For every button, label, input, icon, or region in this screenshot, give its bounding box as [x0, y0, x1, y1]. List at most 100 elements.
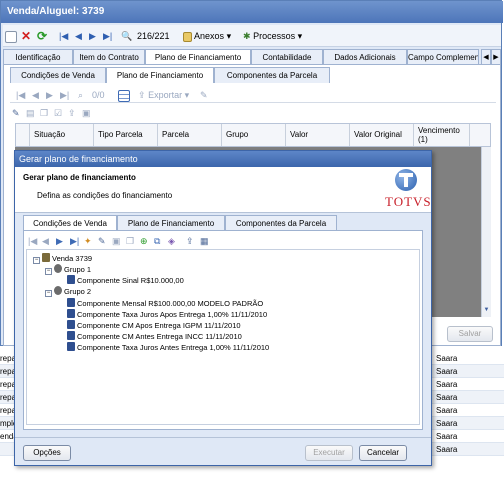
- grid-icon[interactable]: [118, 87, 130, 103]
- delete-item-icon[interactable]: ▣: [112, 233, 121, 249]
- collapse-icon[interactable]: −: [33, 257, 40, 264]
- sub-counter: 0/0: [92, 90, 105, 100]
- tab-contabilidade[interactable]: Contabilidade: [251, 49, 323, 65]
- component-icon: [67, 342, 75, 351]
- last-record-icon[interactable]: ▶|: [60, 87, 69, 103]
- header-title: Gerar plano de financiamento: [23, 173, 136, 182]
- tree-group[interactable]: − Grupo 2: [45, 286, 91, 297]
- tree-item[interactable]: Componente Taxa Juros Antes Entrega 1,00…: [67, 342, 269, 353]
- scroll-down-icon[interactable]: ▼: [482, 307, 491, 317]
- tree-toolbar: |◀ ◀ ▶ ▶| ✦ ✎ ▣ ❐ ⊕ ⧉ ◈ ⇪ ▦: [26, 233, 420, 247]
- tab-scroll-left-icon[interactable]: ◀: [481, 49, 491, 65]
- first-record-icon[interactable]: |◀: [16, 87, 25, 103]
- grid-icon[interactable]: ▦: [200, 233, 209, 249]
- tree-item[interactable]: Componente Taxa Juros Apos Entrega 1,00%…: [67, 309, 267, 320]
- sub-tabs: Condições de Venda Plano de Financiament…: [10, 67, 330, 83]
- tree-item[interactable]: Componente Sinal R$10.000,00: [67, 275, 184, 286]
- tree-group[interactable]: − Grupo 1: [45, 264, 91, 275]
- dialog-tab-condicoes-venda[interactable]: Condições de Venda: [23, 215, 117, 231]
- chevron-down-icon: ▾: [226, 31, 232, 41]
- exportar-menu[interactable]: ⇪ Exportar ▾: [138, 87, 189, 103]
- tab-item-contrato[interactable]: Item do Contrato: [73, 49, 145, 65]
- copy-icon[interactable]: ❐: [40, 105, 48, 121]
- cancelar-button[interactable]: Cancelar: [359, 445, 407, 461]
- window-title: Venda/Aluguel: 3739: [1, 1, 503, 23]
- dialog-tab-componentes-parcela[interactable]: Componentes da Parcela: [225, 215, 337, 231]
- attachment-icon: [183, 31, 192, 42]
- divider: [15, 437, 431, 438]
- tab-scroll-right-icon[interactable]: ▶: [491, 49, 501, 65]
- tab-campo-complementar[interactable]: Campo Complemen: [407, 49, 479, 65]
- grid-header: Situação Tipo Parcela Parcela Grupo Valo…: [15, 123, 491, 147]
- tree-expand-icon[interactable]: ⧉: [154, 233, 160, 249]
- cart-icon: [42, 253, 50, 262]
- shape-icon[interactable]: ◈: [168, 233, 175, 249]
- col-valor[interactable]: Valor: [286, 124, 350, 146]
- previous-record-icon[interactable]: ◀: [32, 87, 39, 103]
- previous-record-icon[interactable]: ◀: [75, 28, 82, 44]
- edit-icon[interactable]: ✎: [98, 233, 106, 249]
- subtab-condicoes-venda[interactable]: Condições de Venda: [10, 67, 106, 83]
- previous-record-icon[interactable]: ◀: [42, 233, 49, 249]
- col-valor-original[interactable]: Valor Original: [350, 124, 414, 146]
- anexos-menu[interactable]: Anexos ▾: [183, 28, 231, 44]
- col-vencimento[interactable]: Vencimento (1): [414, 124, 470, 146]
- delete-row-icon[interactable]: ▣: [82, 105, 91, 121]
- eraser-icon[interactable]: ✎: [200, 87, 208, 103]
- col-situacao[interactable]: Situação: [30, 124, 94, 146]
- processos-menu[interactable]: ✱ Processos ▾: [243, 28, 302, 44]
- col-tipo-parcela[interactable]: Tipo Parcela: [94, 124, 158, 146]
- row-selector-header: [16, 124, 30, 146]
- edit-icon[interactable]: ✎: [12, 105, 20, 121]
- chevron-down-icon: ▾: [297, 31, 303, 41]
- component-icon: [67, 309, 75, 318]
- dialog-tab-panel: |◀ ◀ ▶ ▶| ✦ ✎ ▣ ❐ ⊕ ⧉ ◈ ⇪ ▦ − Venda 3739 …: [23, 230, 423, 430]
- main-tabs: Identificação Item do Contrato Plano de …: [3, 49, 501, 65]
- tree-root[interactable]: − Venda 3739: [33, 253, 92, 264]
- dialog-title: Gerar plano de financiamento: [15, 151, 431, 167]
- record-counter: 216/221: [137, 31, 170, 41]
- dialog-tab-plano-financiamento[interactable]: Plano de Financiamento: [117, 215, 225, 231]
- binoculars-icon[interactable]: 🔍: [121, 28, 132, 44]
- component-icon: [67, 320, 75, 329]
- next-record-icon[interactable]: ▶: [89, 28, 96, 44]
- dialog-tabs: Condições de Venda Plano de Financiament…: [19, 215, 427, 231]
- totvs-logo: TOTVS: [385, 194, 432, 209]
- tab-identificacao[interactable]: Identificação: [3, 49, 73, 65]
- new-item-icon[interactable]: ✦: [84, 233, 92, 249]
- copy-icon[interactable]: ❐: [126, 233, 134, 249]
- financing-tree: − Venda 3739 − Grupo 1 Componente Sinal R$…: [26, 249, 420, 425]
- last-record-icon[interactable]: ▶|: [103, 28, 112, 44]
- binoculars-icon[interactable]: ⌕: [78, 87, 83, 103]
- collapse-icon[interactable]: −: [45, 268, 52, 275]
- new-icon[interactable]: [5, 28, 17, 44]
- subtab-componentes-parcela[interactable]: Componentes da Parcela: [214, 67, 330, 83]
- next-record-icon[interactable]: ▶: [56, 233, 63, 249]
- header-subtitle: Defina as condições do financiamento: [37, 191, 173, 200]
- tab-plano-financiamento[interactable]: Plano de Financiamento: [145, 49, 251, 65]
- last-record-icon[interactable]: ▶|: [70, 233, 79, 249]
- tree-item[interactable]: Componente CM Apos Entrega IGPM 11/11/20…: [67, 320, 241, 331]
- col-grupo[interactable]: Grupo: [222, 124, 286, 146]
- collapse-icon[interactable]: −: [45, 290, 52, 297]
- first-record-icon[interactable]: |◀: [59, 28, 68, 44]
- executar-button[interactable]: Executar: [305, 445, 353, 461]
- grid-toolbar: ✎ ▤ ❐ ☑ ⇪ ▣: [10, 105, 130, 119]
- refresh-icon[interactable]: ⟳: [37, 28, 47, 44]
- delete-icon[interactable]: ✕: [21, 28, 31, 44]
- col-parcela[interactable]: Parcela: [158, 124, 222, 146]
- check-icon[interactable]: ☑: [54, 105, 62, 121]
- new-row-icon[interactable]: ▤: [26, 105, 35, 121]
- salvar-button[interactable]: Salvar: [447, 326, 493, 342]
- first-record-icon[interactable]: |◀: [28, 233, 37, 249]
- tab-dados-adicionais[interactable]: Dados Adicionais: [323, 49, 407, 65]
- export-grid-icon[interactable]: ⇪: [68, 105, 76, 121]
- export-icon[interactable]: ⇪: [186, 233, 194, 249]
- tree-item[interactable]: Componente Mensal R$100.000,00 MODELO PA…: [67, 298, 263, 309]
- tree-item[interactable]: Componente CM Antes Entrega INCC 11/11/2…: [67, 331, 242, 342]
- grid-scrollbar[interactable]: ▼: [481, 147, 491, 317]
- subtab-plano-financiamento[interactable]: Plano de Financiamento: [106, 67, 214, 83]
- add-icon[interactable]: ⊕: [140, 233, 148, 249]
- opcoes-button[interactable]: Opções: [23, 445, 71, 461]
- next-record-icon[interactable]: ▶: [46, 87, 53, 103]
